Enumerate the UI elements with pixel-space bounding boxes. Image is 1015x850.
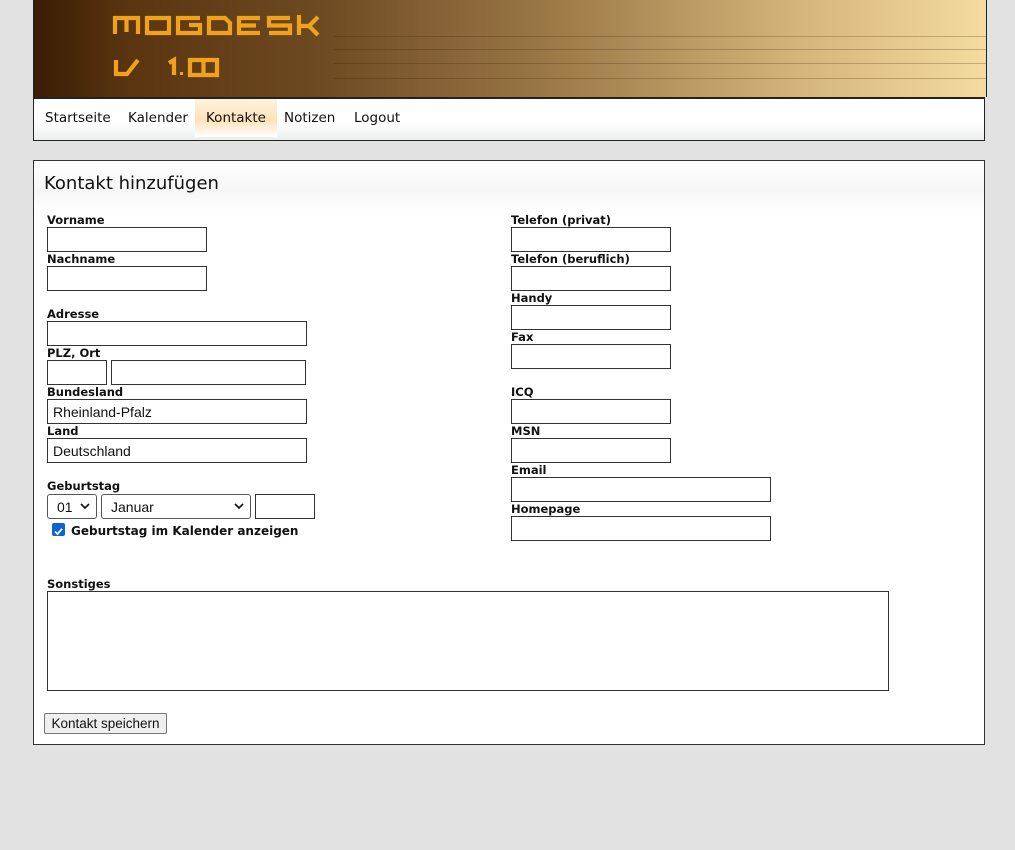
birthday-month-select[interactable]: Januar: [101, 494, 251, 519]
birthday-day-value: 01: [57, 499, 73, 515]
nav-item-kalender[interactable]: Kalender: [117, 99, 199, 137]
birthday-month-value: Januar: [111, 499, 154, 515]
geburtstag-label: Geburtstag: [47, 479, 121, 493]
adresse-label: Adresse: [47, 307, 100, 321]
app-header: [33, 0, 987, 97]
main-nav: Startseite Kalender Kontakte Notizen Log…: [33, 97, 985, 141]
land-label: Land: [47, 424, 79, 438]
plz-input[interactable]: [47, 360, 107, 385]
sonstiges-label: Sonstiges: [47, 577, 111, 591]
chevron-down-icon: [80, 503, 90, 510]
icq-label: ICQ: [511, 385, 534, 399]
email-input[interactable]: [511, 477, 771, 502]
tel-beruflich-label: Telefon (beruflich): [511, 252, 630, 266]
nav-item-startseite[interactable]: Startseite: [34, 99, 122, 137]
land-input[interactable]: [47, 438, 307, 463]
checkmark-icon: [54, 528, 63, 536]
adresse-input[interactable]: [47, 321, 307, 346]
icq-input[interactable]: [511, 399, 671, 424]
homepage-label: Homepage: [511, 502, 581, 516]
handy-label: Handy: [511, 291, 553, 305]
app-logo: [112, 15, 320, 78]
handy-input[interactable]: [511, 305, 671, 330]
vorname-input[interactable]: [47, 227, 207, 252]
panel-header: Kontakt hinzufügen: [34, 161, 984, 211]
tel-privat-input[interactable]: [511, 227, 671, 252]
contact-form-panel: Kontakt hinzufügen Vorname Nachname Adre…: [33, 160, 985, 745]
vorname-label: Vorname: [47, 213, 105, 227]
fax-label: Fax: [511, 330, 534, 344]
email-label: Email: [511, 463, 547, 477]
nav-item-kontakte[interactable]: Kontakte: [195, 99, 277, 137]
homepage-input[interactable]: [511, 516, 771, 541]
bundesland-label: Bundesland: [47, 385, 124, 399]
tel-beruflich-input[interactable]: [511, 266, 671, 291]
nachname-input[interactable]: [47, 266, 207, 291]
sonstiges-textarea[interactable]: [47, 591, 889, 691]
save-contact-button[interactable]: Kontakt speichern: [44, 713, 167, 734]
nachname-label: Nachname: [47, 252, 116, 266]
plz-ort-label: PLZ, Ort: [47, 346, 101, 360]
birthday-day-select[interactable]: 01: [47, 494, 97, 519]
msn-label: MSN: [511, 424, 541, 438]
nav-item-logout[interactable]: Logout: [343, 99, 411, 137]
page-title: Kontakt hinzufügen: [44, 173, 219, 194]
bundesland-input[interactable]: [47, 399, 307, 424]
tel-privat-label: Telefon (privat): [511, 213, 612, 227]
msn-input[interactable]: [511, 438, 671, 463]
birthday-calendar-checkbox[interactable]: [52, 523, 65, 536]
fax-input[interactable]: [511, 344, 671, 369]
birthday-calendar-checkbox-label[interactable]: Geburtstag im Kalender anzeigen: [71, 524, 298, 538]
ort-input[interactable]: [111, 360, 306, 385]
birthday-year-input[interactable]: [255, 494, 315, 519]
chevron-down-icon: [234, 503, 244, 510]
nav-item-notizen[interactable]: Notizen: [273, 99, 346, 137]
